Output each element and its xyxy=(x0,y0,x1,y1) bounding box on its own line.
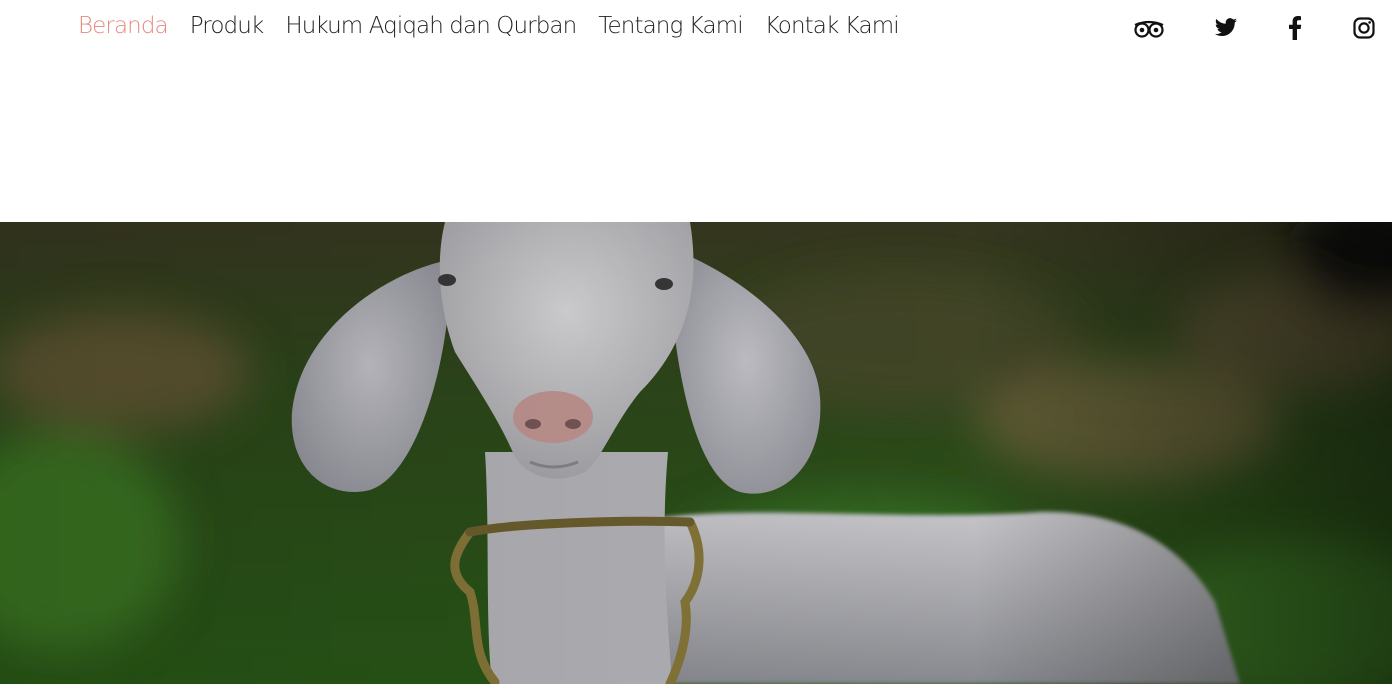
tripadvisor-icon[interactable] xyxy=(1131,14,1167,42)
page: Beranda Produk Hukum Aqiqah dan Qurban T… xyxy=(0,0,1392,684)
site-header: Beranda Produk Hukum Aqiqah dan Qurban T… xyxy=(0,0,1392,60)
twitter-icon[interactable] xyxy=(1213,14,1239,42)
main-nav: Beranda Produk Hukum Aqiqah dan Qurban T… xyxy=(78,13,900,39)
hero-image xyxy=(0,222,1392,684)
facebook-icon[interactable] xyxy=(1285,14,1305,42)
social-links xyxy=(1131,14,1392,44)
nav-item-produk[interactable]: Produk xyxy=(190,13,264,39)
nav-item-kontak-kami[interactable]: Kontak Kami xyxy=(765,13,900,39)
nav-item-hukum-aqiqah-dan-qurban[interactable]: Hukum Aqiqah dan Qurban xyxy=(285,13,577,39)
nav-item-tentang-kami[interactable]: Tentang Kami xyxy=(598,13,743,39)
instagram-icon[interactable] xyxy=(1351,14,1377,42)
nav-item-beranda[interactable]: Beranda xyxy=(78,13,169,39)
